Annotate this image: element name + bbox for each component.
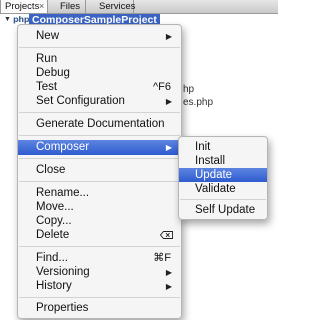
menu-item-label: Properties: [36, 302, 89, 314]
php-project-icon: php: [13, 15, 30, 24]
shortcut-label: ⌘F: [153, 252, 171, 264]
menu-item-close[interactable]: Close: [18, 163, 181, 178]
menu-item-properties[interactable]: Properties: [18, 301, 181, 316]
menu-item-versioning[interactable]: Versioning ▶: [18, 265, 181, 280]
submenu-arrow-icon: ▶: [165, 97, 172, 106]
menu-separator: [19, 246, 180, 247]
shortcut-label: ^F6: [153, 81, 171, 93]
submenu-item-label: Update: [195, 169, 233, 181]
tab-bar: Projects × Files Services: [0, 0, 278, 14]
context-menu: New ▶ Run Debug Test ^F6 Set Configurati…: [17, 24, 182, 319]
tab-projects-label: Projects: [5, 1, 40, 12]
menu-item-label: Test: [36, 81, 58, 93]
menu-item-label: Debug: [36, 67, 70, 79]
menu-item-find[interactable]: Find... ⌘F: [18, 251, 181, 266]
menu-item-label: Generate Documentation: [36, 118, 165, 130]
tree-file-fragment: es.php: [183, 97, 214, 108]
menu-item-label: Move...: [36, 201, 74, 213]
submenu-item-label: Validate: [195, 183, 236, 195]
submenu-arrow-icon: ▶: [165, 268, 172, 277]
menu-item-label: Composer: [36, 141, 90, 153]
tab-services-label: Services: [99, 1, 136, 12]
menu-item-composer[interactable]: Composer ▶: [18, 140, 181, 155]
menu-item-copy[interactable]: Copy...: [18, 214, 181, 229]
menu-item-label: Versioning: [36, 266, 90, 278]
menu-item-label: Close: [36, 164, 66, 176]
submenu-arrow-icon: ▶: [165, 32, 172, 41]
menu-separator: [19, 181, 180, 182]
menu-separator: [19, 47, 180, 48]
menu-item-move[interactable]: Move...: [18, 200, 181, 215]
menu-separator: [19, 112, 180, 113]
submenu-item-label: Init: [195, 141, 211, 153]
submenu-item-label: Self Update: [195, 204, 256, 216]
menu-separator: [19, 297, 180, 298]
menu-item-label: Set Configuration: [36, 95, 125, 107]
submenu-item-validate[interactable]: Validate: [179, 182, 267, 196]
menu-item-delete[interactable]: Delete: [18, 228, 181, 243]
submenu-arrow-icon: ▶: [165, 282, 172, 291]
submenu-item-init[interactable]: Init: [179, 140, 267, 154]
submenu-arrow-icon: ▶: [165, 143, 172, 152]
tree-file-fragment: hp: [183, 84, 195, 95]
menu-item-label: Find...: [36, 252, 68, 264]
menu-item-label: History: [36, 280, 72, 292]
menu-item-label: New: [36, 30, 60, 42]
expand-toggle-icon[interactable]: ▼: [4, 16, 11, 23]
menu-item-label: Delete: [36, 229, 70, 241]
submenu-item-self-update[interactable]: Self Update: [179, 203, 267, 217]
menu-item-label: Rename...: [36, 187, 90, 199]
menu-item-generate-documentation[interactable]: Generate Documentation: [18, 117, 181, 132]
tab-files-label: Files: [60, 1, 81, 12]
menu-separator: [19, 135, 180, 136]
tab-services[interactable]: Services: [86, 0, 136, 13]
tab-projects[interactable]: Projects ×: [0, 0, 48, 13]
submenu-item-install[interactable]: Install: [179, 154, 267, 168]
menu-item-run[interactable]: Run: [18, 52, 181, 67]
composer-submenu: Init Install Update Validate Self Update: [178, 136, 268, 220]
delete-key-icon: [160, 231, 173, 239]
menu-item-rename[interactable]: Rename...: [18, 186, 181, 201]
menu-item-test[interactable]: Test ^F6: [18, 80, 181, 95]
menu-item-debug[interactable]: Debug: [18, 66, 181, 81]
menu-separator: [19, 158, 180, 159]
menu-separator: [180, 199, 266, 200]
menu-item-set-configuration[interactable]: Set Configuration ▶: [18, 94, 181, 109]
tab-files[interactable]: Files: [48, 0, 86, 13]
close-icon[interactable]: ×: [39, 0, 44, 13]
submenu-item-update[interactable]: Update: [179, 168, 267, 182]
menu-item-label: Copy...: [36, 215, 72, 227]
menu-item-history[interactable]: History ▶: [18, 279, 181, 294]
submenu-item-label: Install: [195, 155, 226, 167]
menu-item-label: Run: [36, 53, 58, 65]
menu-item-new[interactable]: New ▶: [18, 29, 181, 44]
